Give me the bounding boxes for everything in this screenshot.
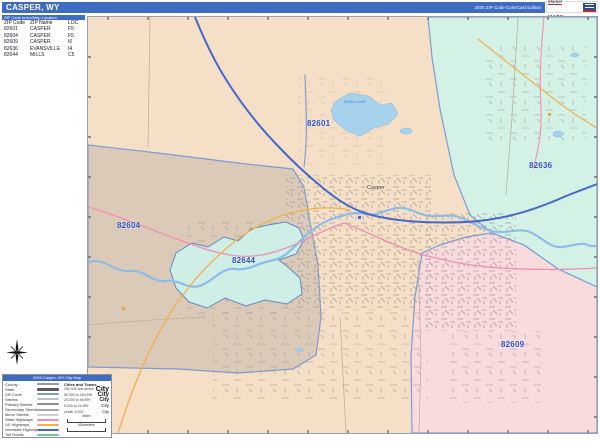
- line-sample: [37, 424, 59, 426]
- zip-label-82644: 82644: [232, 256, 255, 265]
- line-sample: [37, 383, 59, 385]
- edition-label: 2020 ZIP Code ColorCast Edition: [475, 5, 541, 10]
- miles-scale-bar: [67, 419, 106, 424]
- legend-cities-column: Cities and Towns 250,000 and aboveCity 5…: [62, 382, 109, 438]
- logo-market-text: Market: [548, 0, 562, 5]
- scale-bars: Miles Kilometers: [64, 415, 109, 432]
- compass-rose-icon: [5, 339, 29, 366]
- map-page: CASPER, WY 2020 ZIP Code ColorCast Editi…: [0, 0, 600, 441]
- streets-texture-northeast: [486, 45, 586, 140]
- legend-line-symbols: County State ZIP Code Streets Primary St…: [5, 382, 62, 438]
- legend-item: Toll Roads: [5, 432, 62, 437]
- streets-texture-east: [424, 213, 516, 331]
- zip-label-82609: 82609: [501, 340, 524, 349]
- zip-label-82636: 82636: [529, 161, 552, 170]
- zip-label-82601: 82601: [307, 119, 330, 128]
- publisher-logo: Market MAPS: [546, 1, 598, 13]
- line-sample: [37, 419, 59, 421]
- streets-texture-center: [286, 175, 431, 310]
- line-sample: [37, 388, 59, 391]
- title-bar: CASPER, WY 2020 ZIP Code ColorCast Editi…: [2, 2, 545, 13]
- city-label-casper: Casper: [367, 185, 385, 191]
- zip-label-82604: 82604: [117, 221, 140, 230]
- page-title: CASPER, WY: [6, 3, 60, 12]
- streets-texture-southeast: [450, 331, 542, 403]
- line-sample: [37, 409, 59, 411]
- line-sample: [37, 403, 59, 405]
- lake-label-soda-lake: SODA LAKE: [343, 100, 367, 105]
- zip-code-index: ZIP Code Index/Map Location ZIP Code ZIP…: [2, 15, 85, 58]
- line-sample: [37, 393, 59, 395]
- line-sample: [37, 429, 59, 431]
- map-canvas: 82601 82604 82609 82636 82644 Casper SOD…: [87, 16, 598, 434]
- line-sample: [37, 414, 59, 416]
- map-svg: [88, 17, 597, 433]
- logo-badge-icon: [583, 3, 596, 12]
- streets-texture-south: [213, 310, 428, 402]
- line-sample: [37, 434, 59, 436]
- map-legend: 2020 Casper, WY City Map County State ZI…: [2, 374, 112, 438]
- table-row: 82644 MILLS C5: [2, 52, 85, 58]
- line-sample: [37, 398, 59, 400]
- kilometers-scale-bar: [67, 428, 106, 433]
